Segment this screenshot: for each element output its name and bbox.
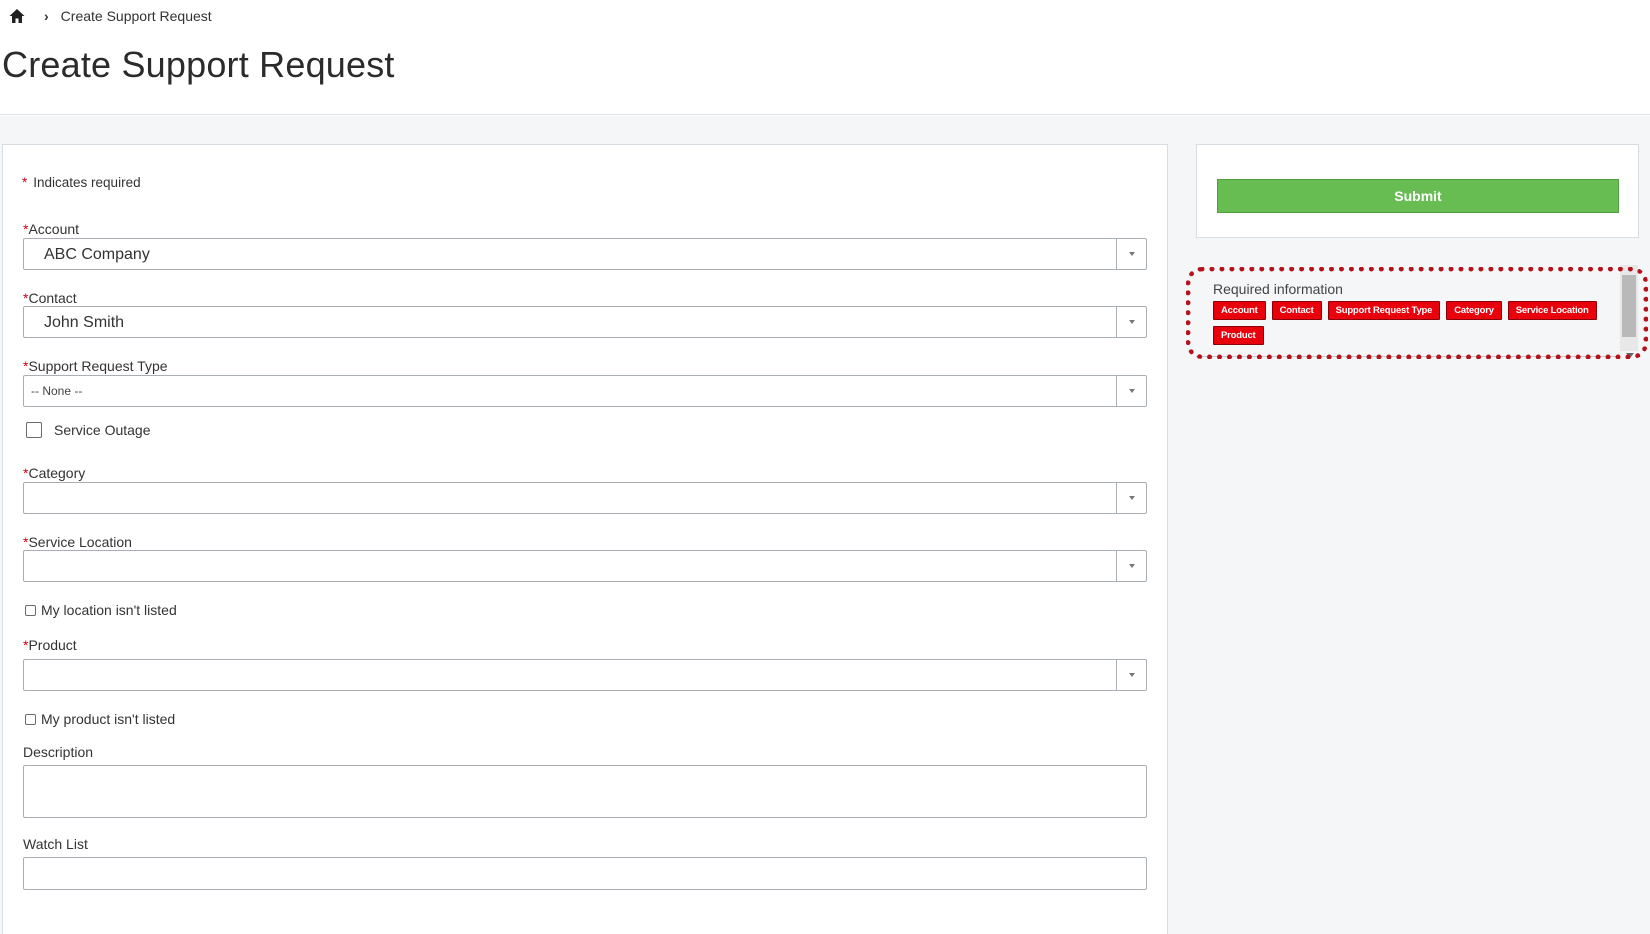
- service-location-select[interactable]: [23, 550, 1147, 582]
- required-tag[interactable]: Service Location: [1507, 301, 1597, 320]
- service-outage-row: Service Outage: [23, 422, 151, 438]
- chevron-down-icon: [1128, 252, 1135, 256]
- product-select[interactable]: [23, 659, 1147, 691]
- category-dropdown-button[interactable]: [1116, 483, 1146, 513]
- category-select[interactable]: [23, 482, 1147, 514]
- account-label: *Account: [23, 221, 80, 237]
- contact-label: *Contact: [23, 290, 77, 306]
- location-not-listed-label: My location isn't listed: [41, 602, 177, 618]
- service-location-label: *Service Location: [23, 534, 132, 550]
- product-not-listed-label: My product isn't listed: [41, 711, 176, 727]
- chevron-down-icon: [1128, 496, 1135, 500]
- support-request-type-dropdown-button[interactable]: [1116, 376, 1146, 406]
- watch-list-label: Watch List: [23, 836, 88, 852]
- required-information-panel: Required information Account Contact Sup…: [1196, 261, 1639, 361]
- contact-value: John Smith: [44, 314, 125, 331]
- service-outage-label: Service Outage: [54, 422, 151, 438]
- support-request-type-select[interactable]: -- None --: [23, 375, 1147, 407]
- contact-dropdown-button[interactable]: [1116, 307, 1146, 337]
- watch-list-input[interactable]: [23, 857, 1147, 890]
- required-tags: Account Contact Support Request Type Cat…: [1213, 301, 1613, 345]
- breadcrumb-current: Create Support Request: [60, 8, 212, 24]
- chevron-down-icon: [1128, 389, 1135, 393]
- account-value: ABC Company: [44, 246, 150, 263]
- required-asterisk: *: [22, 175, 28, 190]
- location-not-listed-checkbox[interactable]: [25, 604, 36, 616]
- page-header: › Create Support Request Create Support …: [0, 0, 1650, 115]
- account-dropdown-button[interactable]: [1116, 239, 1146, 269]
- account-select[interactable]: ABC Company: [23, 238, 1147, 270]
- required-information-scrollbar[interactable]: [1620, 265, 1638, 351]
- divider: [1196, 356, 1616, 357]
- description-textarea[interactable]: [23, 765, 1147, 818]
- chevron-down-icon: [1128, 320, 1135, 324]
- required-tag[interactable]: Product: [1213, 326, 1264, 345]
- product-dropdown-button[interactable]: [1116, 660, 1146, 690]
- scroll-down-icon[interactable]: [1626, 353, 1634, 358]
- category-label: *Category: [23, 465, 86, 481]
- service-location-dropdown-button[interactable]: [1116, 551, 1146, 581]
- product-label: *Product: [23, 637, 77, 653]
- service-outage-checkbox[interactable]: [26, 422, 42, 438]
- required-tag[interactable]: Support Request Type: [1327, 301, 1441, 320]
- support-request-type-label: *Support Request Type: [23, 358, 168, 374]
- product-not-listed-checkbox[interactable]: [25, 713, 36, 725]
- breadcrumb: › Create Support Request: [8, 7, 212, 25]
- submit-panel: Submit: [1196, 144, 1639, 238]
- required-information-title: Required information: [1213, 281, 1343, 297]
- support-request-form: * Indicates required *Account ABC Company…: [2, 144, 1168, 934]
- contact-select[interactable]: John Smith: [23, 306, 1147, 338]
- required-tag[interactable]: Category: [1446, 301, 1502, 320]
- chevron-right-icon: ›: [44, 8, 49, 24]
- support-request-type-value: -- None --: [31, 384, 83, 398]
- submit-button[interactable]: Submit: [1217, 179, 1619, 213]
- location-not-listed-row: My location isn't listed: [23, 602, 177, 618]
- page-title: Create Support Request: [2, 44, 395, 85]
- required-tag[interactable]: Contact: [1271, 301, 1322, 320]
- required-note: * Indicates required: [22, 175, 141, 190]
- required-tag[interactable]: Account: [1213, 301, 1266, 320]
- home-icon[interactable]: [8, 7, 26, 25]
- description-label: Description: [23, 744, 94, 760]
- product-not-listed-row: My product isn't listed: [23, 711, 175, 727]
- scrollbar-thumb[interactable]: [1622, 275, 1636, 337]
- chevron-down-icon: [1128, 673, 1135, 677]
- required-information-box: Required information Account Contact Sup…: [1196, 261, 1639, 358]
- chevron-down-icon: [1128, 564, 1135, 568]
- page-content: * Indicates required *Account ABC Company…: [0, 116, 1650, 934]
